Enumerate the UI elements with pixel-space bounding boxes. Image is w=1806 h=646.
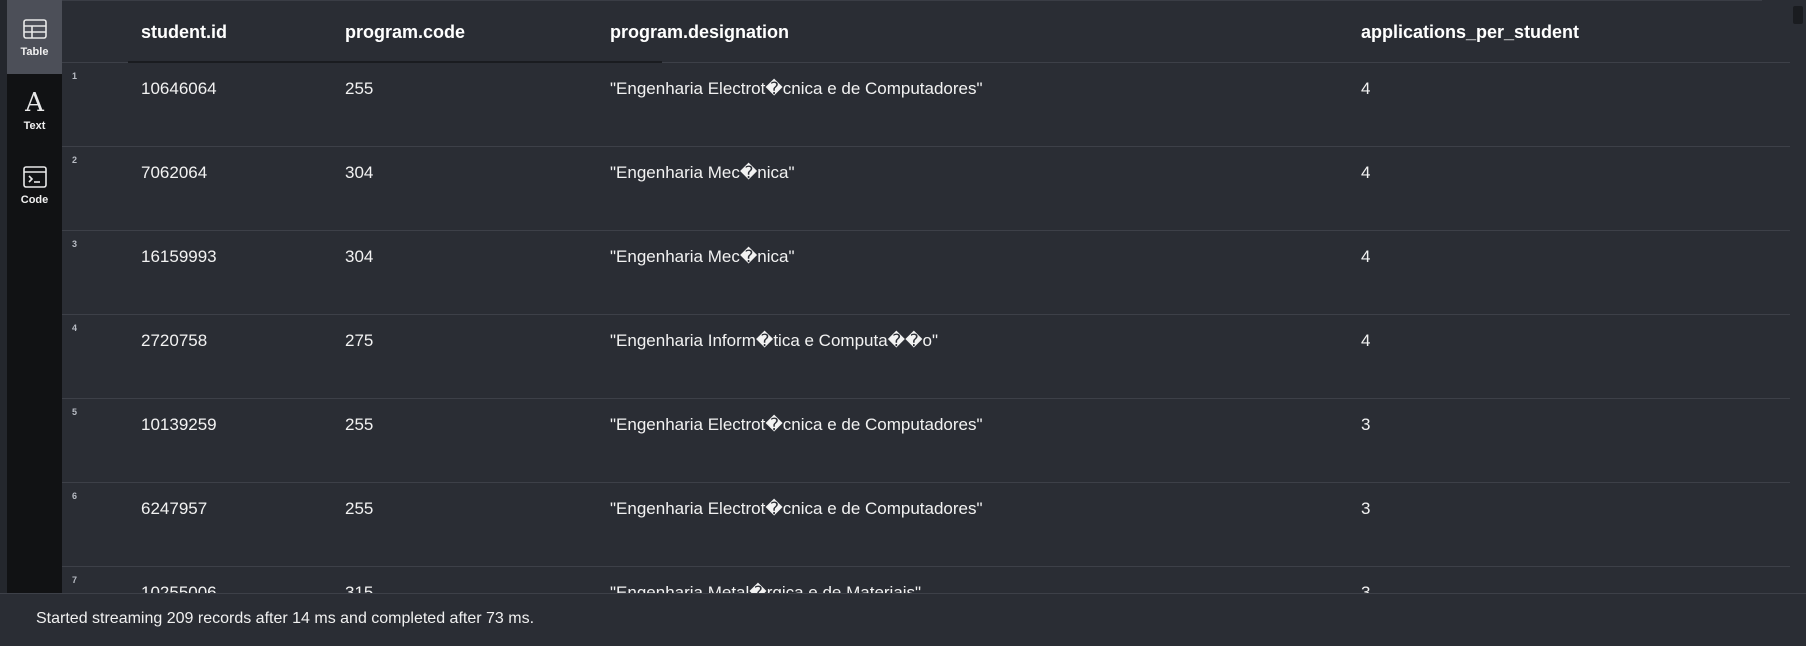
cell-program-code: 304 [345, 163, 374, 182]
table-row: 7 10255006 315 "Engenharia Metal�rgica e… [62, 567, 1790, 593]
cell-program-code: 255 [345, 499, 374, 518]
cell-applications: 3 [1361, 499, 1371, 518]
cell-program-designation: "Engenharia Metal�rgica e de Materiais" [610, 583, 922, 593]
status-bar: Started streaming 209 records after 14 m… [0, 593, 1806, 646]
query-result-panel: Table A Text Code student.id program.cod… [0, 0, 1806, 646]
table-row: 5 10139259 255 "Engenharia Electrot�cnic… [62, 399, 1790, 483]
cell-student-id: 2720758 [141, 331, 208, 350]
status-message: Started streaming 209 records after 14 m… [36, 610, 535, 627]
cell-program-designation: "Engenharia Electrot�cnica e de Computad… [610, 499, 983, 518]
code-icon [22, 164, 48, 190]
table-row: 6 6247957 255 "Engenharia Electrot�cnica… [62, 483, 1790, 567]
table-icon [22, 16, 48, 42]
table-row: 1 10646064 255 "Engenharia Electrot�cnic… [62, 63, 1790, 147]
cell-program-designation: "Engenharia Mec�nica" [610, 247, 795, 266]
cell-applications: 3 [1361, 415, 1371, 434]
cell-applications: 4 [1361, 247, 1371, 266]
result-table: student.id program.code program.designat… [62, 0, 1790, 593]
cell-applications: 4 [1361, 79, 1371, 98]
cell-program-designation: "Engenharia Electrot�cnica e de Computad… [610, 415, 983, 434]
cell-program-code: 255 [345, 415, 374, 434]
cell-student-id: 10139259 [141, 415, 217, 434]
cell-applications: 3 [1361, 583, 1371, 593]
cell-student-id: 10646064 [141, 79, 217, 98]
table-row: 4 2720758 275 "Engenharia Inform�tica e … [62, 315, 1790, 399]
left-edge [0, 0, 7, 646]
cell-program-designation: "Engenharia Mec�nica" [610, 163, 795, 182]
cell-program-code: 255 [345, 79, 374, 98]
scrollbar-thumb[interactable] [1793, 6, 1803, 24]
cell-applications: 4 [1361, 163, 1371, 182]
cell-student-id: 7062064 [141, 163, 208, 182]
row-number: 6 [72, 491, 78, 501]
cell-program-code: 315 [345, 583, 374, 593]
view-mode-table[interactable]: Table [7, 0, 62, 74]
table-header: student.id program.code program.designat… [62, 0, 1790, 63]
column-header-student-id[interactable]: student.id [141, 22, 227, 43]
cell-program-code: 304 [345, 247, 374, 266]
row-number: 7 [72, 575, 78, 585]
view-mode-code[interactable]: Code [7, 148, 62, 222]
cell-student-id: 10255006 [141, 583, 217, 593]
vertical-scrollbar[interactable] [1790, 0, 1806, 593]
cell-student-id: 6247957 [141, 499, 208, 518]
view-mode-sidebar: Table A Text Code [7, 0, 62, 593]
row-number: 4 [72, 323, 78, 333]
row-number: 1 [72, 71, 78, 81]
view-mode-code-label: Code [20, 194, 49, 206]
column-header-program-code[interactable]: program.code [345, 22, 465, 43]
column-header-program-designation[interactable]: program.designation [610, 22, 789, 43]
table-row: 2 7062064 304 "Engenharia Mec�nica" 4 [62, 147, 1790, 231]
cell-program-designation: "Engenharia Electrot�cnica e de Computad… [610, 79, 983, 98]
table-row: 3 16159993 304 "Engenharia Mec�nica" 4 [62, 231, 1790, 315]
view-mode-text[interactable]: A Text [7, 74, 62, 148]
row-number: 3 [72, 239, 78, 249]
cell-applications: 4 [1361, 331, 1371, 350]
view-mode-text-label: Text [23, 120, 46, 132]
text-icon: A [25, 88, 44, 118]
cell-program-code: 275 [345, 331, 374, 350]
cell-program-designation: "Engenharia Inform�tica e Computa��o" [610, 331, 939, 350]
row-number: 5 [72, 407, 78, 417]
view-mode-table-label: Table [20, 46, 49, 58]
cell-student-id: 16159993 [141, 247, 217, 266]
row-number: 2 [72, 155, 78, 165]
column-header-applications-per-student[interactable]: applications_per_student [1361, 22, 1579, 43]
